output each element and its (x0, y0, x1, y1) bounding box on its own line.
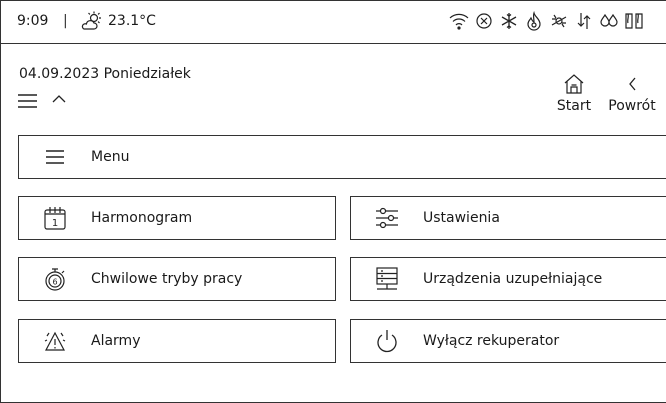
current-date: 04.09.2023 Poniedziałek (19, 66, 191, 82)
auxiliary-devices-label: Urządzenia uzupełniające (423, 271, 603, 287)
svg-text:6: 6 (52, 278, 57, 287)
menu-bar[interactable]: Menu (18, 135, 666, 179)
home-icon (564, 74, 584, 94)
power-off-label: Wyłącz rekuperator (423, 333, 560, 349)
temporary-modes-button[interactable]: 6 Chwilowe tryby pracy (18, 257, 336, 301)
bypass-icon[interactable] (548, 10, 570, 32)
alarms-button[interactable]: Alarmy (18, 319, 336, 363)
chevron-up-icon[interactable] (50, 90, 68, 108)
settings-button[interactable]: Ustawienia (350, 196, 666, 240)
start-button[interactable]: Start (553, 72, 595, 114)
svg-text:1: 1 (52, 218, 58, 229)
power-off-button[interactable]: Wyłącz rekuperator (350, 319, 666, 363)
settings-label: Ustawienia (423, 210, 500, 226)
menu-hamburger-icon (41, 143, 69, 171)
back-button[interactable]: Powrót (603, 72, 661, 114)
calendar-icon: 1 (41, 204, 69, 232)
flame-icon[interactable] (523, 10, 545, 32)
menu-icon[interactable] (17, 91, 39, 111)
auxiliary-devices-button[interactable]: Urządzenia uzupełniające (350, 257, 666, 301)
start-label: Start (556, 98, 592, 114)
clock: 9:09 (17, 13, 49, 29)
back-label: Powrót (608, 98, 656, 114)
power-icon (373, 327, 401, 355)
alarms-label: Alarmy (91, 333, 141, 349)
alarm-warning-icon (41, 327, 69, 355)
status-separator: | (63, 13, 68, 29)
wifi-icon[interactable] (448, 10, 470, 32)
outdoor-temperature: 23.1°C (108, 13, 156, 29)
stopwatch-icon: 6 (41, 265, 69, 293)
schedule-label: Harmonogram (91, 210, 193, 226)
error-circle-icon[interactable] (473, 10, 495, 32)
snowflake-icon[interactable] (498, 10, 520, 32)
humidity-icon[interactable] (598, 10, 620, 32)
menu-label: Menu (91, 149, 130, 165)
sliders-icon (373, 204, 401, 232)
filter-icon[interactable] (623, 10, 645, 32)
temporary-modes-label: Chwilowe tryby pracy (91, 271, 243, 287)
weather-partly-sunny-icon (80, 10, 102, 32)
airflow-icon[interactable] (573, 10, 595, 32)
status-bar: 9:09 | 23.1°C (0, 0, 666, 44)
schedule-button[interactable]: 1 Harmonogram (18, 196, 336, 240)
device-list-icon (373, 265, 401, 293)
chevron-left-icon (629, 77, 636, 91)
